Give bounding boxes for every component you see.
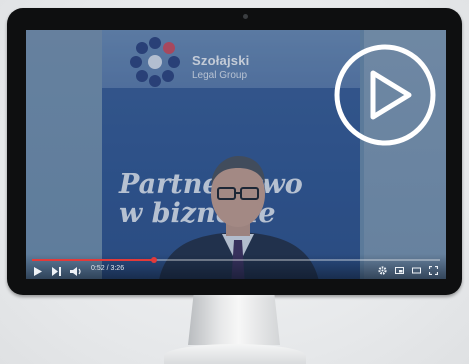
play-icon[interactable] bbox=[34, 266, 42, 276]
monitor: Szołajski Legal Group Partnerstwo w bizn… bbox=[7, 8, 462, 295]
gear-icon[interactable] bbox=[378, 266, 387, 275]
next-icon[interactable] bbox=[52, 266, 61, 276]
video-screen[interactable]: Szołajski Legal Group Partnerstwo w bizn… bbox=[26, 30, 446, 279]
monitor-stand-base bbox=[164, 344, 306, 364]
volume-icon[interactable] bbox=[70, 266, 82, 276]
webcam-dot bbox=[243, 14, 248, 19]
play-circle-icon[interactable] bbox=[332, 42, 438, 148]
progress-knob[interactable] bbox=[151, 257, 158, 263]
monitor-stand-neck bbox=[188, 295, 280, 345]
right-controls bbox=[378, 266, 438, 275]
time-display: 0:52 / 3:26 bbox=[91, 265, 125, 272]
progress-fill bbox=[32, 259, 155, 261]
fullscreen-icon[interactable] bbox=[429, 266, 438, 275]
player-controls: 0:52 / 3:26 bbox=[26, 254, 446, 279]
miniplayer-icon[interactable] bbox=[395, 266, 404, 275]
theater-icon[interactable] bbox=[412, 266, 421, 275]
progress-bar[interactable] bbox=[32, 257, 440, 263]
